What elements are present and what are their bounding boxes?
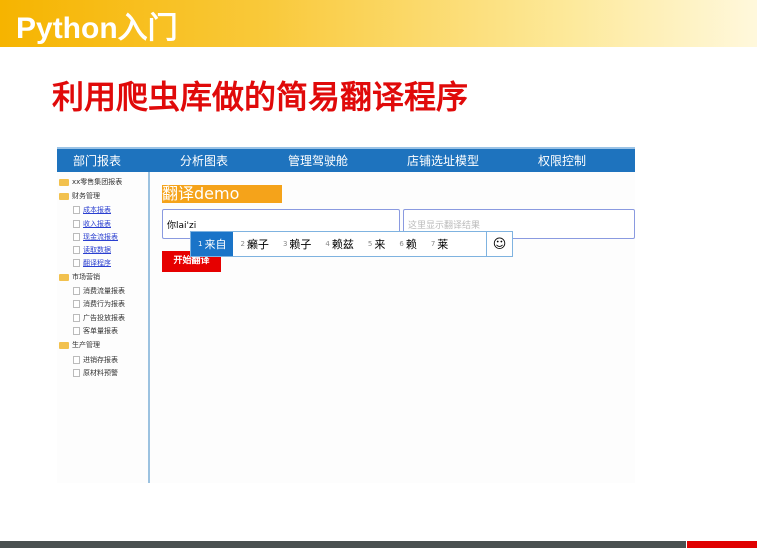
- footer-accent: [687, 541, 757, 548]
- top-nav: 部门报表 分析图表 管理驾驶舱 店铺选址模型 权限控制: [57, 147, 635, 172]
- nav-item[interactable]: 管理驾驶舱: [288, 152, 348, 169]
- nav-item[interactable]: 权限控制: [538, 152, 586, 169]
- folder-icon: [59, 273, 69, 281]
- folder-icon: [59, 341, 69, 349]
- tree-item[interactable]: 成本报表: [73, 205, 111, 215]
- ime-candidate[interactable]: 6赖: [392, 232, 423, 256]
- slide-header-title: Python入门: [16, 12, 178, 45]
- tree-item[interactable]: 翻译程序: [73, 258, 111, 268]
- file-icon: [73, 206, 80, 214]
- file-icon: [73, 300, 80, 308]
- nav-item[interactable]: 分析图表: [180, 152, 228, 169]
- file-icon: [73, 327, 80, 335]
- file-icon: [73, 287, 80, 295]
- ime-candidate[interactable]: 5来: [361, 232, 392, 256]
- ime-candidate-bar: 1 来自 2 癞子 3 赖子 4 赖兹 5来 6赖 7莱 ☺: [190, 231, 513, 257]
- file-icon: [73, 246, 80, 254]
- tree-item[interactable]: 消费流量报表: [73, 286, 125, 296]
- tree-group[interactable]: 财务管理: [59, 191, 100, 201]
- tree-item[interactable]: 进销存报表: [73, 355, 118, 365]
- file-icon: [73, 233, 80, 241]
- tree-item[interactable]: 收入报表: [73, 219, 111, 229]
- folder-icon: [59, 178, 69, 186]
- file-icon: [73, 369, 80, 377]
- emoji-icon[interactable]: ☺: [486, 232, 512, 256]
- tree-item[interactable]: 客单量报表: [73, 326, 118, 336]
- ime-candidate[interactable]: 1 来自: [191, 232, 234, 256]
- tree-item[interactable]: 现金流报表: [73, 232, 118, 242]
- file-icon: [73, 220, 80, 228]
- file-icon: [73, 259, 80, 267]
- tree-item[interactable]: 广告投放报表: [73, 313, 125, 323]
- tree-group[interactable]: 市场营销: [59, 272, 100, 282]
- nav-item[interactable]: 部门报表: [73, 152, 121, 169]
- footer-bar: [0, 541, 686, 548]
- sidebar-tree: xx零售集团报表 财务管理 成本报表 收入报表 现金流报表 读取数据 翻译程序 …: [57, 172, 150, 483]
- file-icon: [73, 314, 80, 322]
- tree-item[interactable]: 消费行为报表: [73, 299, 125, 309]
- ime-candidate[interactable]: 2 癞子: [233, 232, 275, 256]
- file-icon: [73, 356, 80, 364]
- app-screenshot: 部门报表 分析图表 管理驾驶舱 店铺选址模型 权限控制 xx零售集团报表 财务管…: [57, 147, 635, 483]
- ime-candidate[interactable]: 7莱: [424, 232, 455, 256]
- tree-group[interactable]: 生产管理: [59, 340, 100, 350]
- tree-item[interactable]: 读取数据: [73, 245, 111, 255]
- tree-item[interactable]: 原材料预警: [73, 368, 118, 378]
- ime-candidate[interactable]: 4 赖兹: [318, 232, 360, 256]
- nav-item[interactable]: 店铺选址模型: [407, 152, 479, 169]
- tree-root[interactable]: xx零售集团报表: [59, 177, 122, 187]
- slide-header: Python入门: [0, 0, 757, 47]
- demo-heading: 翻译demo: [162, 185, 282, 203]
- ime-candidate[interactable]: 3 赖子: [276, 232, 318, 256]
- slide-title: 利用爬虫库做的简易翻译程序: [52, 78, 469, 116]
- folder-icon: [59, 192, 69, 200]
